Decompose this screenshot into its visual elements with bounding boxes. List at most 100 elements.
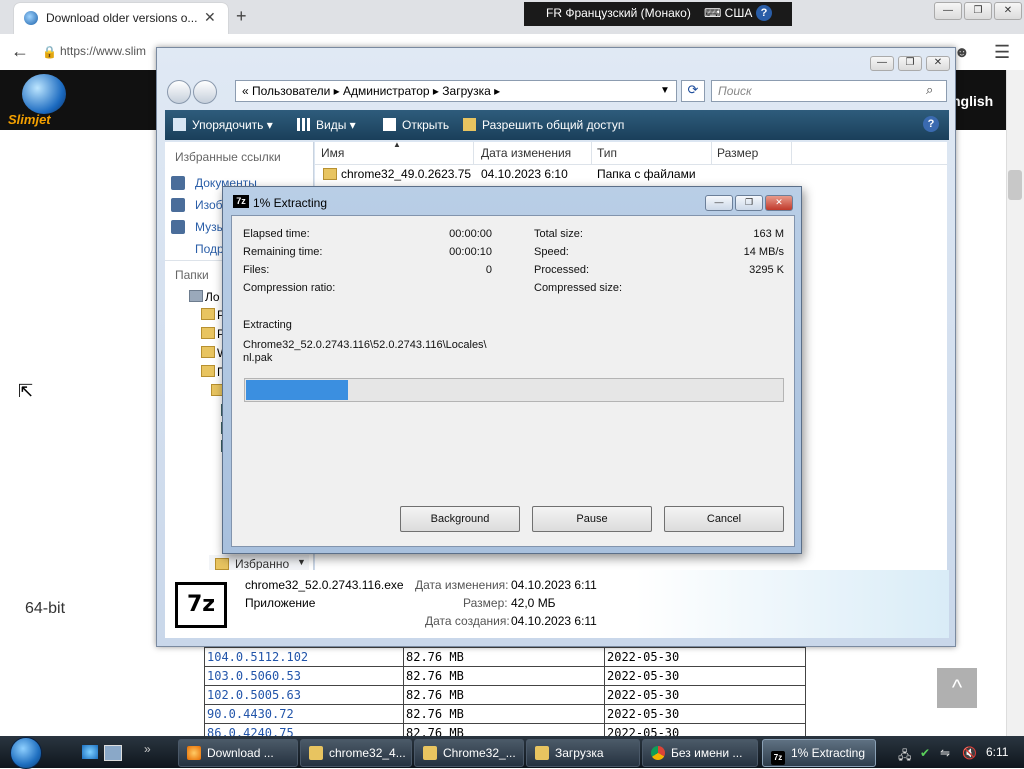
folder-icon <box>201 346 215 358</box>
taskbar-item-chrome[interactable]: Без имени ... <box>642 739 758 767</box>
details-created: 04.10.2023 6:11 <box>511 614 597 628</box>
taskbar-item-chrome32-folder[interactable]: chrome32_4... <box>300 739 412 767</box>
help-icon[interactable]: ? <box>756 5 772 21</box>
column-name[interactable]: Имя <box>321 146 344 160</box>
pause-button[interactable]: Pause <box>532 506 652 532</box>
version-size: 82.76 MB <box>403 666 605 686</box>
checkmark-icon[interactable]: ✔ <box>920 746 930 760</box>
dialog-window-controls: — ❐ ✕ <box>705 195 793 211</box>
language-link[interactable]: nglish <box>952 93 993 109</box>
usb-icon[interactable]: ⇋ <box>940 746 950 760</box>
remaining-label: Remaining time: <box>243 246 323 258</box>
smiley-icon[interactable]: ☻ <box>954 44 970 61</box>
address-bar[interactable]: https://www.slim <box>60 41 170 61</box>
scrollbar-thumb[interactable] <box>1008 170 1022 200</box>
version-row: 104.0.5112.102 82.76 MB 2022-05-30 <box>204 647 806 667</box>
details-modified-label: Дата изменения: <box>415 578 509 592</box>
tree-item[interactable]: Ло <box>205 290 220 304</box>
chrome-icon <box>651 746 665 760</box>
close-button[interactable]: ✕ <box>926 56 950 71</box>
sidebar-item-pictures[interactable]: Изоб <box>195 198 223 212</box>
forward-arrow-icon[interactable] <box>193 80 217 104</box>
views-button[interactable]: Виды ▾ <box>297 118 356 132</box>
task-label: Chrome32_... <box>443 746 516 760</box>
minimize-button[interactable]: — <box>705 195 733 211</box>
share-button[interactable]: Разрешить общий доступ <box>463 118 624 132</box>
taskbar-item-chrome32-folder-2[interactable]: Chrome32_... <box>414 739 524 767</box>
version-date: 2022-05-30 <box>604 685 806 705</box>
explorer-address-bar[interactable]: « Пользователи ▸ Администратор ▸ Загрузк… <box>235 80 677 102</box>
organize-label: Упорядочить <box>192 118 264 132</box>
column-separator <box>591 142 592 164</box>
site-logo[interactable]: Slimjet <box>8 74 80 128</box>
version-row: 90.0.4430.72 82.76 MB 2022-05-30 <box>204 704 806 724</box>
network-icon[interactable]: 🖧 <box>898 746 911 767</box>
file-name: chrome32_49.0.2623.75 <box>341 167 472 181</box>
refresh-icon[interactable]: ⟳ <box>681 80 705 102</box>
version-row: 103.0.5060.53 82.76 MB 2022-05-30 <box>204 666 806 686</box>
folders-header: Папки <box>175 268 209 282</box>
task-label: Без имени ... <box>671 746 743 760</box>
show-desktop-icon[interactable] <box>104 745 122 761</box>
search-input[interactable]: Поиск ⌕ <box>711 80 947 102</box>
extract-dialog: 7z 1% Extracting — ❐ ✕ Elapsed time: 00:… <box>222 186 802 554</box>
file-row[interactable]: chrome32_49.0.2623.75 04.10.2023 6:10 Па… <box>315 164 947 184</box>
column-size[interactable]: Размер <box>717 146 758 160</box>
more-quicklaunch-icon[interactable]: » <box>144 742 151 756</box>
start-button[interactable] <box>10 737 42 769</box>
file-type: Папка с файлами <box>597 167 696 181</box>
status-text: Extracting <box>243 319 292 331</box>
column-type[interactable]: Тип <box>597 146 617 160</box>
browser-tab[interactable]: Download older versions o... ✕ <box>14 3 228 34</box>
internet-explorer-icon[interactable] <box>82 745 98 759</box>
minimize-button[interactable]: — <box>870 56 894 71</box>
menu-icon[interactable]: ☰ <box>994 42 1010 63</box>
version-link[interactable]: 103.0.5060.53 <box>204 666 404 686</box>
breadcrumb[interactable]: « Пользователи ▸ Администратор ▸ Загрузк… <box>242 81 500 101</box>
close-button[interactable]: ✕ <box>765 195 793 211</box>
taskbar-item-extracting[interactable]: 7z 1% Extracting <box>762 739 876 767</box>
logo-globe-icon <box>22 74 66 114</box>
speed-label: Speed: <box>534 246 569 258</box>
folder-icon <box>201 365 215 377</box>
open-button[interactable]: Открыть <box>383 118 449 132</box>
sidebar-item-music[interactable]: Музы <box>195 220 225 234</box>
taskbar: » Download ... chrome32_4... Chrome32_..… <box>0 736 1024 769</box>
processed-label: Processed: <box>534 264 590 276</box>
version-link[interactable]: 90.0.4430.72 <box>204 704 404 724</box>
version-link[interactable]: 104.0.5112.102 <box>204 647 404 667</box>
folder-icon <box>201 327 215 339</box>
speaker-muted-icon[interactable]: 🔇 <box>962 746 977 760</box>
chevron-down-icon[interactable]: ▼ <box>660 81 670 101</box>
cancel-button[interactable]: Cancel <box>664 506 784 532</box>
language-label[interactable]: FR Французский (Монако) <box>546 6 691 20</box>
taskbar-item-downloads[interactable]: Загрузка <box>526 739 640 767</box>
scroll-to-top-button[interactable]: ^ <box>937 668 977 708</box>
lock-icon: 🔒 <box>42 45 57 59</box>
column-separator <box>711 142 712 164</box>
keyboard-layout[interactable]: ⌨ США <box>704 6 752 20</box>
clock[interactable]: 6:11 <box>986 745 1008 759</box>
new-tab-button[interactable]: + <box>236 6 247 27</box>
maximize-button[interactable]: ❐ <box>964 2 992 20</box>
maximize-button[interactable]: ❐ <box>735 195 763 211</box>
maximize-button[interactable]: ❐ <box>898 56 922 71</box>
folder-icon <box>215 558 229 570</box>
sidebar-item-more[interactable]: Подр <box>195 242 224 256</box>
close-button[interactable]: ✕ <box>994 2 1022 20</box>
close-tab-icon[interactable]: ✕ <box>204 9 216 26</box>
minimize-button[interactable]: — <box>934 2 962 20</box>
back-arrow-icon[interactable]: ← <box>8 40 32 64</box>
help-icon[interactable]: ? <box>923 116 939 132</box>
search-icon[interactable]: ⌕ <box>926 82 933 98</box>
views-icon <box>297 118 310 131</box>
pictures-icon <box>171 198 185 212</box>
chevron-down-icon[interactable]: ▼ <box>297 557 306 567</box>
taskbar-item-browser[interactable]: Download ... <box>178 739 298 767</box>
column-date[interactable]: Дата изменения <box>481 146 571 160</box>
back-arrow-icon[interactable] <box>167 80 191 104</box>
background-button[interactable]: Background <box>400 506 520 532</box>
explorer-window-controls: — ❐ ✕ <box>870 56 950 72</box>
version-link[interactable]: 102.0.5005.63 <box>204 685 404 705</box>
organize-button[interactable]: Упорядочить ▾ <box>173 118 273 132</box>
